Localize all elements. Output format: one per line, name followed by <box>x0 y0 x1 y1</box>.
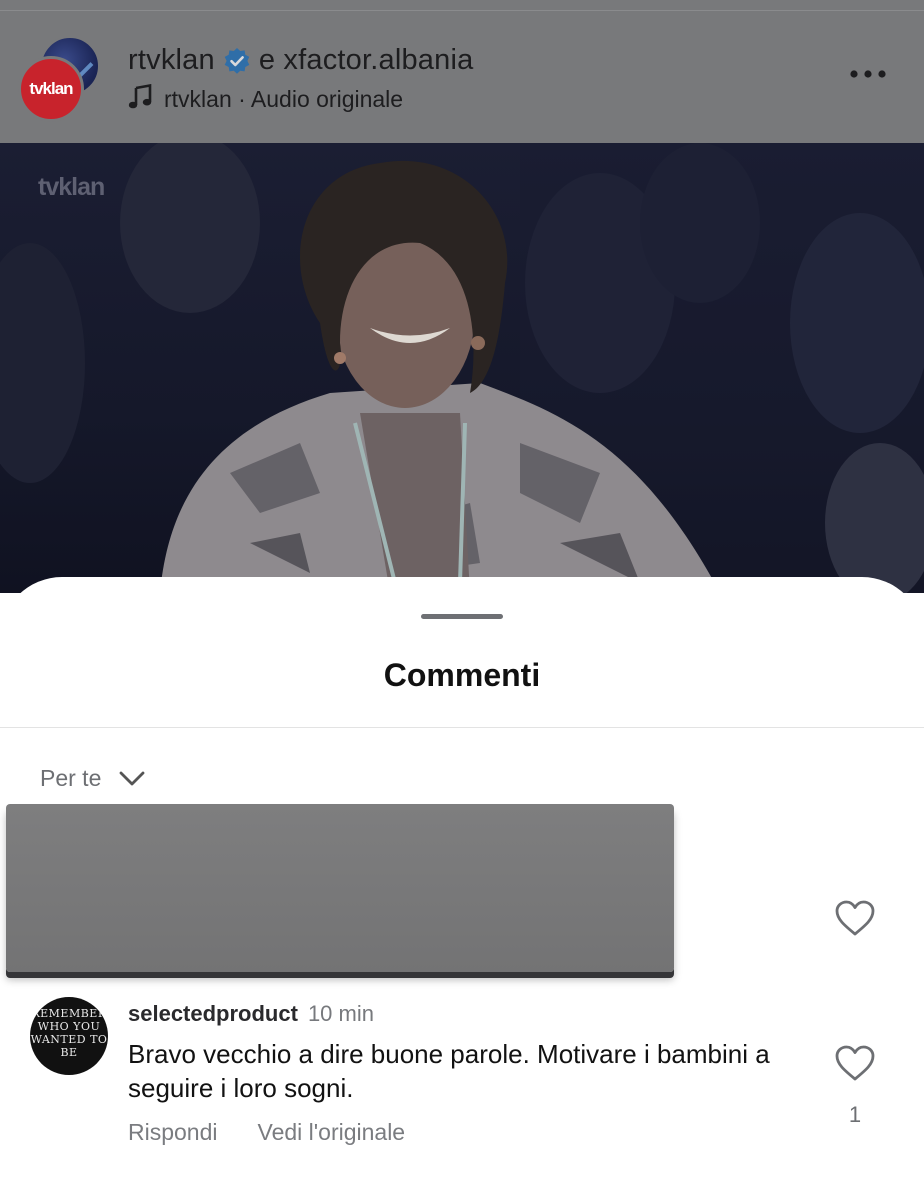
rtvklan-avatar[interactable]: tvklan <box>18 56 84 122</box>
sort-dropdown[interactable]: Per te <box>40 765 145 792</box>
drag-handle[interactable] <box>421 614 503 619</box>
reply-button[interactable]: Rispondi <box>128 1119 218 1146</box>
rtvklan-logo-text: tvklan <box>29 79 73 98</box>
sort-label: Per te <box>40 765 102 791</box>
account-name[interactable]: rtvklan <box>128 44 215 77</box>
tv-watermark: tvklan <box>38 173 105 201</box>
avatar-text: REMEMBER WHO YOU WANTED TO BE <box>30 1007 108 1059</box>
comment-username[interactable]: selectedproduct <box>128 1001 298 1027</box>
video-frame-image <box>0 143 924 593</box>
sheet-title: Commenti <box>383 657 541 693</box>
post-header: tvklan rtvklan e xfactor.albania rtvklan… <box>0 0 924 143</box>
comment-text: Bravo vecchio a dire buone parole. Motiv… <box>128 1039 770 1103</box>
commenter-avatar[interactable]: REMEMBER WHO YOU WANTED TO BE <box>30 997 108 1075</box>
video-player[interactable]: tvklan <box>0 143 924 593</box>
comment-timestamp: 10 min <box>307 1001 374 1026</box>
redacted-comment-block <box>6 804 674 972</box>
title-divider <box>0 727 924 728</box>
coauthor-name[interactable]: e xfactor.albania <box>259 44 474 77</box>
more-options-icon[interactable] <box>848 62 888 86</box>
chevron-down-icon <box>119 771 145 785</box>
like-count: 1 <box>848 1102 862 1127</box>
like-heart-icon[interactable] <box>834 1044 876 1082</box>
see-original-button[interactable]: Vedi l'originale <box>258 1119 406 1146</box>
verified-badge-icon <box>223 47 251 75</box>
audio-label[interactable]: rtvklan · Audio originale <box>164 86 403 113</box>
collab-avatars[interactable]: tvklan <box>18 36 100 122</box>
like-heart-icon[interactable] <box>834 899 876 937</box>
status-bar-divider <box>0 10 924 11</box>
music-note-icon <box>128 83 154 115</box>
comments-sheet: Commenti Per te REMEMBER WHO YOU WANTED … <box>0 577 924 1200</box>
